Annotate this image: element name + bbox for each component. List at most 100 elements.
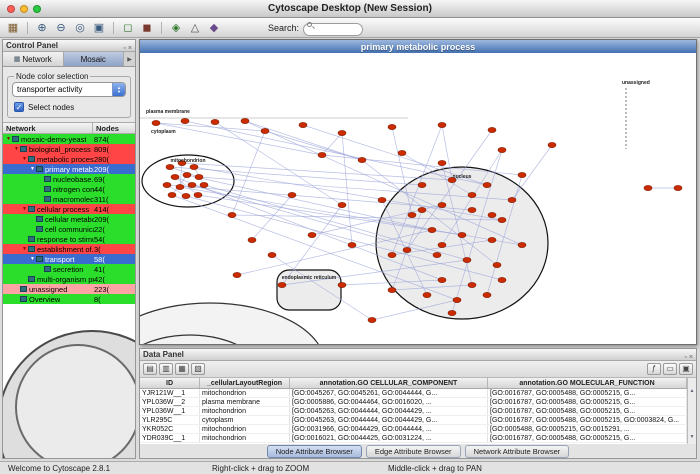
expand-toggle-icon[interactable]: ▼	[5, 136, 12, 142]
network-node[interactable]	[418, 182, 426, 187]
column-header-nodes[interactable]: Nodes	[93, 123, 135, 133]
network-node[interactable]	[448, 310, 456, 315]
network-node[interactable]	[248, 237, 256, 242]
expand-toggle-icon[interactable]: ▼	[21, 206, 28, 212]
network-node[interactable]	[166, 164, 174, 169]
node-color-dropdown[interactable]: transporter activity	[12, 82, 126, 97]
network-node[interactable]	[488, 237, 496, 242]
search-input[interactable]	[303, 23, 363, 36]
expand-toggle-icon[interactable]: ▼	[21, 156, 28, 162]
network-node[interactable]	[468, 282, 476, 287]
network-window-titlebar[interactable]: primary metabolic process	[140, 40, 696, 53]
tree-row[interactable]: nucleobase...69(	[3, 174, 135, 184]
network-node[interactable]	[358, 157, 366, 162]
network-node[interactable]	[418, 207, 426, 212]
tab-edge-attribute-browser[interactable]: Edge Attribute Browser	[366, 445, 461, 458]
network-node[interactable]	[195, 174, 203, 179]
network-node[interactable]	[182, 193, 190, 198]
expand-toggle-icon[interactable]: ▼	[29, 256, 36, 262]
network-node[interactable]	[438, 242, 446, 247]
network-node[interactable]	[211, 119, 219, 124]
tab-overflow-icon[interactable]	[124, 52, 135, 66]
delete-attribute-icon[interactable]: ▧	[191, 363, 205, 375]
network-node[interactable]	[188, 182, 196, 187]
network-node[interactable]	[168, 192, 176, 197]
network-node[interactable]	[423, 292, 431, 297]
column-header[interactable]: ID	[140, 378, 200, 388]
network-node[interactable]	[171, 174, 179, 179]
network-node[interactable]	[518, 242, 526, 247]
zoom-out-icon[interactable]: ⊖	[53, 20, 69, 36]
network-node[interactable]	[498, 147, 506, 152]
network-node[interactable]	[176, 184, 184, 189]
network-node[interactable]	[438, 122, 446, 127]
network-node[interactable]	[453, 297, 461, 302]
network-node[interactable]	[488, 127, 496, 132]
network-node[interactable]	[388, 252, 396, 257]
zoom-in-icon[interactable]: ⊕	[34, 20, 50, 36]
zoom-fit-icon[interactable]: ▣	[91, 20, 107, 36]
table-row[interactable]: YKR052Cmitochondrion[GO:0031966, GO:0044…	[140, 425, 687, 434]
network-node[interactable]	[241, 118, 249, 123]
network-node[interactable]	[181, 118, 189, 123]
network-node[interactable]	[493, 262, 501, 267]
network-node[interactable]	[261, 128, 269, 133]
table-row[interactable]: YJR121W__1mitochondrion[GO:0045267, GO:0…	[140, 389, 687, 398]
tree-row[interactable]: ▼mosaic-demo-yeast874(	[3, 134, 135, 144]
column-header-network[interactable]: Network	[3, 123, 93, 133]
network-node[interactable]	[318, 152, 326, 157]
network-canvas[interactable]: plasma membranecytoplasmmitochondrionnuc…	[140, 53, 696, 344]
network-node[interactable]	[408, 212, 416, 217]
network-node[interactable]	[338, 202, 346, 207]
open-session-icon[interactable]: ▦	[5, 20, 21, 36]
column-header[interactable]: _cellularLayoutRegion	[200, 378, 290, 388]
network-node[interactable]	[458, 232, 466, 237]
tab-network[interactable]: ▦Network	[3, 52, 64, 66]
select-nodes-checkbox[interactable]: ✓	[14, 102, 24, 112]
network-node[interactable]	[388, 124, 396, 129]
expand-toggle-icon[interactable]: ▼	[21, 246, 28, 252]
network-node[interactable]	[194, 192, 202, 197]
table-row[interactable]: YDR039C__1mitochondrion[GO:0016021, GO:0…	[140, 434, 687, 443]
network-node[interactable]	[674, 185, 682, 190]
network-node[interactable]	[438, 277, 446, 282]
tree-row[interactable]: ▼biological_process809(	[3, 144, 135, 154]
column-header[interactable]: annotation.GO MOLECULAR_FUNCTION	[488, 378, 687, 388]
scroll-down-icon[interactable]	[690, 425, 695, 443]
tree-row[interactable]: ▼transport58(	[3, 254, 135, 264]
show-all-icon[interactable]: ◻	[120, 20, 136, 36]
network-node[interactable]	[644, 185, 652, 190]
float-panel-icon[interactable]: ▫	[123, 45, 125, 52]
network-node[interactable]	[338, 130, 346, 135]
network-node[interactable]	[190, 164, 198, 169]
network-node[interactable]	[483, 182, 491, 187]
network-node[interactable]	[299, 122, 307, 127]
network-node[interactable]	[388, 287, 396, 292]
tab-mosaic[interactable]: Mosaic	[64, 52, 125, 66]
float-panel-icon[interactable]: ▫	[684, 354, 686, 361]
network-node[interactable]	[378, 197, 386, 202]
tab-network-attribute-browser[interactable]: Network Attribute Browser	[465, 445, 570, 458]
network-node[interactable]	[398, 150, 406, 155]
expand-toggle-icon[interactable]: ▼	[29, 166, 36, 172]
tree-row[interactable]: macromolecule...311(	[3, 194, 135, 204]
network-node[interactable]	[498, 217, 506, 222]
tree-row[interactable]: ▼primary metab...209(	[3, 164, 135, 174]
network-node[interactable]	[488, 212, 496, 217]
table-row[interactable]: YPL036W__1mitochondrion[GO:0045263, GO:0…	[140, 407, 687, 416]
network-node[interactable]	[433, 252, 441, 257]
tab-node-attribute-browser[interactable]: Node Attribute Browser	[267, 445, 362, 458]
tree-row[interactable]: multi-organism pro...42(	[3, 274, 135, 284]
function-builder-icon[interactable]: ƒ	[647, 363, 661, 375]
scroll-up-icon[interactable]	[690, 379, 695, 397]
network-node[interactable]	[438, 202, 446, 207]
network-node[interactable]	[348, 242, 356, 247]
annotation-icon[interactable]: △	[187, 20, 203, 36]
tree-row[interactable]: Overview8(	[3, 294, 135, 304]
close-panel-icon[interactable]: ×	[689, 354, 693, 361]
vizmapper-icon[interactable]: ◆	[206, 20, 222, 36]
save-table-icon[interactable]: ▣	[679, 363, 693, 375]
tree-row[interactable]: ▼cellular process414(	[3, 204, 135, 214]
network-node[interactable]	[338, 282, 346, 287]
network-node[interactable]	[463, 257, 471, 262]
